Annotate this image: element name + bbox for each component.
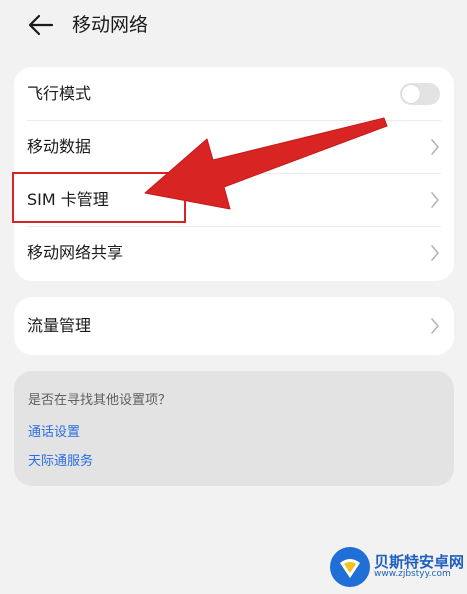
suggestions-panel: 是否在寻找其他设置项？ 通话设置 天际通服务 [14, 371, 454, 486]
data-usage-label: 流量管理 [27, 316, 92, 335]
chevron-right-icon [431, 191, 439, 208]
airplane-mode-label: 飞行模式 [27, 83, 92, 103]
watermark-name: 贝斯特安卓网 [374, 552, 465, 571]
back-button[interactable] [26, 10, 56, 40]
suggestions-title: 是否在寻找其他设置项？ [28, 393, 172, 408]
airplane-mode-row[interactable]: 飞行模式 [14, 67, 454, 120]
chevron-right-icon [431, 138, 439, 155]
annotation-highlight-box [12, 172, 186, 223]
airplane-mode-toggle[interactable] [400, 82, 440, 105]
network-sharing-row[interactable]: 移动网络共享 [14, 226, 454, 279]
watermark: 贝斯特安卓网 www.zjbstyy.com [330, 540, 467, 594]
watermark-url: www.zjbstyy.com [374, 569, 451, 580]
mobile-data-label: 移动数据 [27, 136, 92, 156]
network-sharing-label: 移动网络共享 [27, 242, 124, 262]
call-settings-link[interactable]: 通话设置 [28, 421, 80, 440]
arrow-left-icon [28, 14, 54, 36]
data-usage-card: 流量管理 [14, 297, 454, 355]
chevron-right-icon [431, 318, 439, 334]
page-title: 移动网络 [72, 14, 149, 36]
skytone-service-link[interactable]: 天际通服务 [28, 450, 93, 469]
toggle-knob [402, 84, 420, 103]
chevron-right-icon [431, 244, 439, 261]
mobile-data-row[interactable]: 移动数据 [14, 120, 454, 173]
watermark-logo-icon [330, 547, 370, 587]
top-app-bar: 移动网络 [0, 0, 467, 52]
data-usage-row[interactable]: 流量管理 [14, 297, 454, 355]
